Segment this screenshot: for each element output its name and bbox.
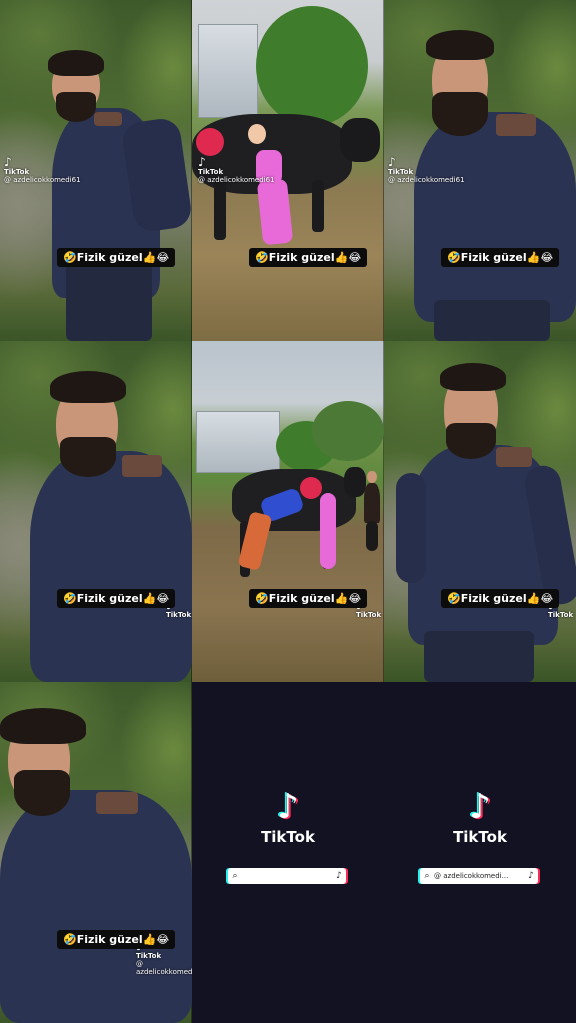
caption: 🤣Fizik güzel👍😂: [249, 248, 368, 267]
tiktok-note-icon: ♪: [4, 155, 12, 169]
tiktok-note-icon: ♪: [277, 787, 299, 827]
tiktok-watermark: ♪ TikTok @ azdelicokkomedi61: [4, 155, 81, 184]
frame-4: ♪ TikTok 🤣Fizik güzel👍😂: [0, 341, 192, 682]
frame-7: ♪ TikTok @ azdelicokkomedi61 🤣Fizik güze…: [0, 682, 192, 1023]
tiktok-note-icon: ♪: [388, 155, 396, 169]
caption: 🤣Fizik güzel👍😂: [57, 248, 176, 267]
caption: 🤣Fizik güzel👍😂: [441, 589, 560, 608]
tiktok-logo: ♪ TikTok: [384, 790, 576, 846]
frame-1: ♪ TikTok @ azdelicokkomedi61 🤣Fizik güze…: [0, 0, 192, 341]
caption: 🤣Fizik güzel👍😂: [57, 930, 176, 949]
frame-8-end-card: ♪ TikTok ⌕ ♪: [192, 682, 384, 1023]
caption: 🤣Fizik güzel👍😂: [249, 589, 368, 608]
frame-5: ♪ TikTok 🤣Fizik güzel👍😂: [192, 341, 384, 682]
search-icon: ⌕: [232, 871, 238, 881]
caption: 🤣Fizik güzel👍😂: [441, 248, 560, 267]
tiktok-note-icon: ♪: [198, 155, 206, 169]
tiktok-watermark: ♪ TikTok @ azdelicokkomedi61: [198, 155, 275, 184]
search-icon: ⌕: [424, 871, 430, 881]
search-bar[interactable]: ⌕ ♪: [228, 868, 346, 884]
tiktok-note-icon: ♪: [469, 787, 491, 827]
frame-2: ♪ TikTok @ azdelicokkomedi61 🤣Fizik güze…: [192, 0, 384, 341]
frame-6: ♪ TikTok 🤣Fizik güzel👍😂: [384, 341, 576, 682]
man-figure: [384, 341, 576, 682]
tiktok-note-icon: ♪: [528, 871, 534, 881]
tiktok-logo: ♪ TikTok: [192, 790, 384, 846]
tiktok-watermark: ♪ TikTok @ azdelicokkomedi61: [388, 155, 465, 184]
search-bar[interactable]: ⌕ @ azdelicokkomedi... ♪: [420, 868, 538, 884]
caption: 🤣Fizik güzel👍😂: [57, 589, 176, 608]
painted-cow: [192, 341, 384, 682]
frame-3: ♪ TikTok @ azdelicokkomedi61 🤣Fizik güze…: [384, 0, 576, 341]
man-figure: [0, 341, 192, 682]
video-frame-grid: ♪ TikTok @ azdelicokkomedi61 🤣Fizik güze…: [0, 0, 576, 1023]
frame-9-end-card: ♪ TikTok ⌕ @ azdelicokkomedi... ♪: [384, 682, 576, 1023]
bystander: [362, 471, 384, 551]
tiktok-note-icon: ♪: [336, 871, 342, 881]
